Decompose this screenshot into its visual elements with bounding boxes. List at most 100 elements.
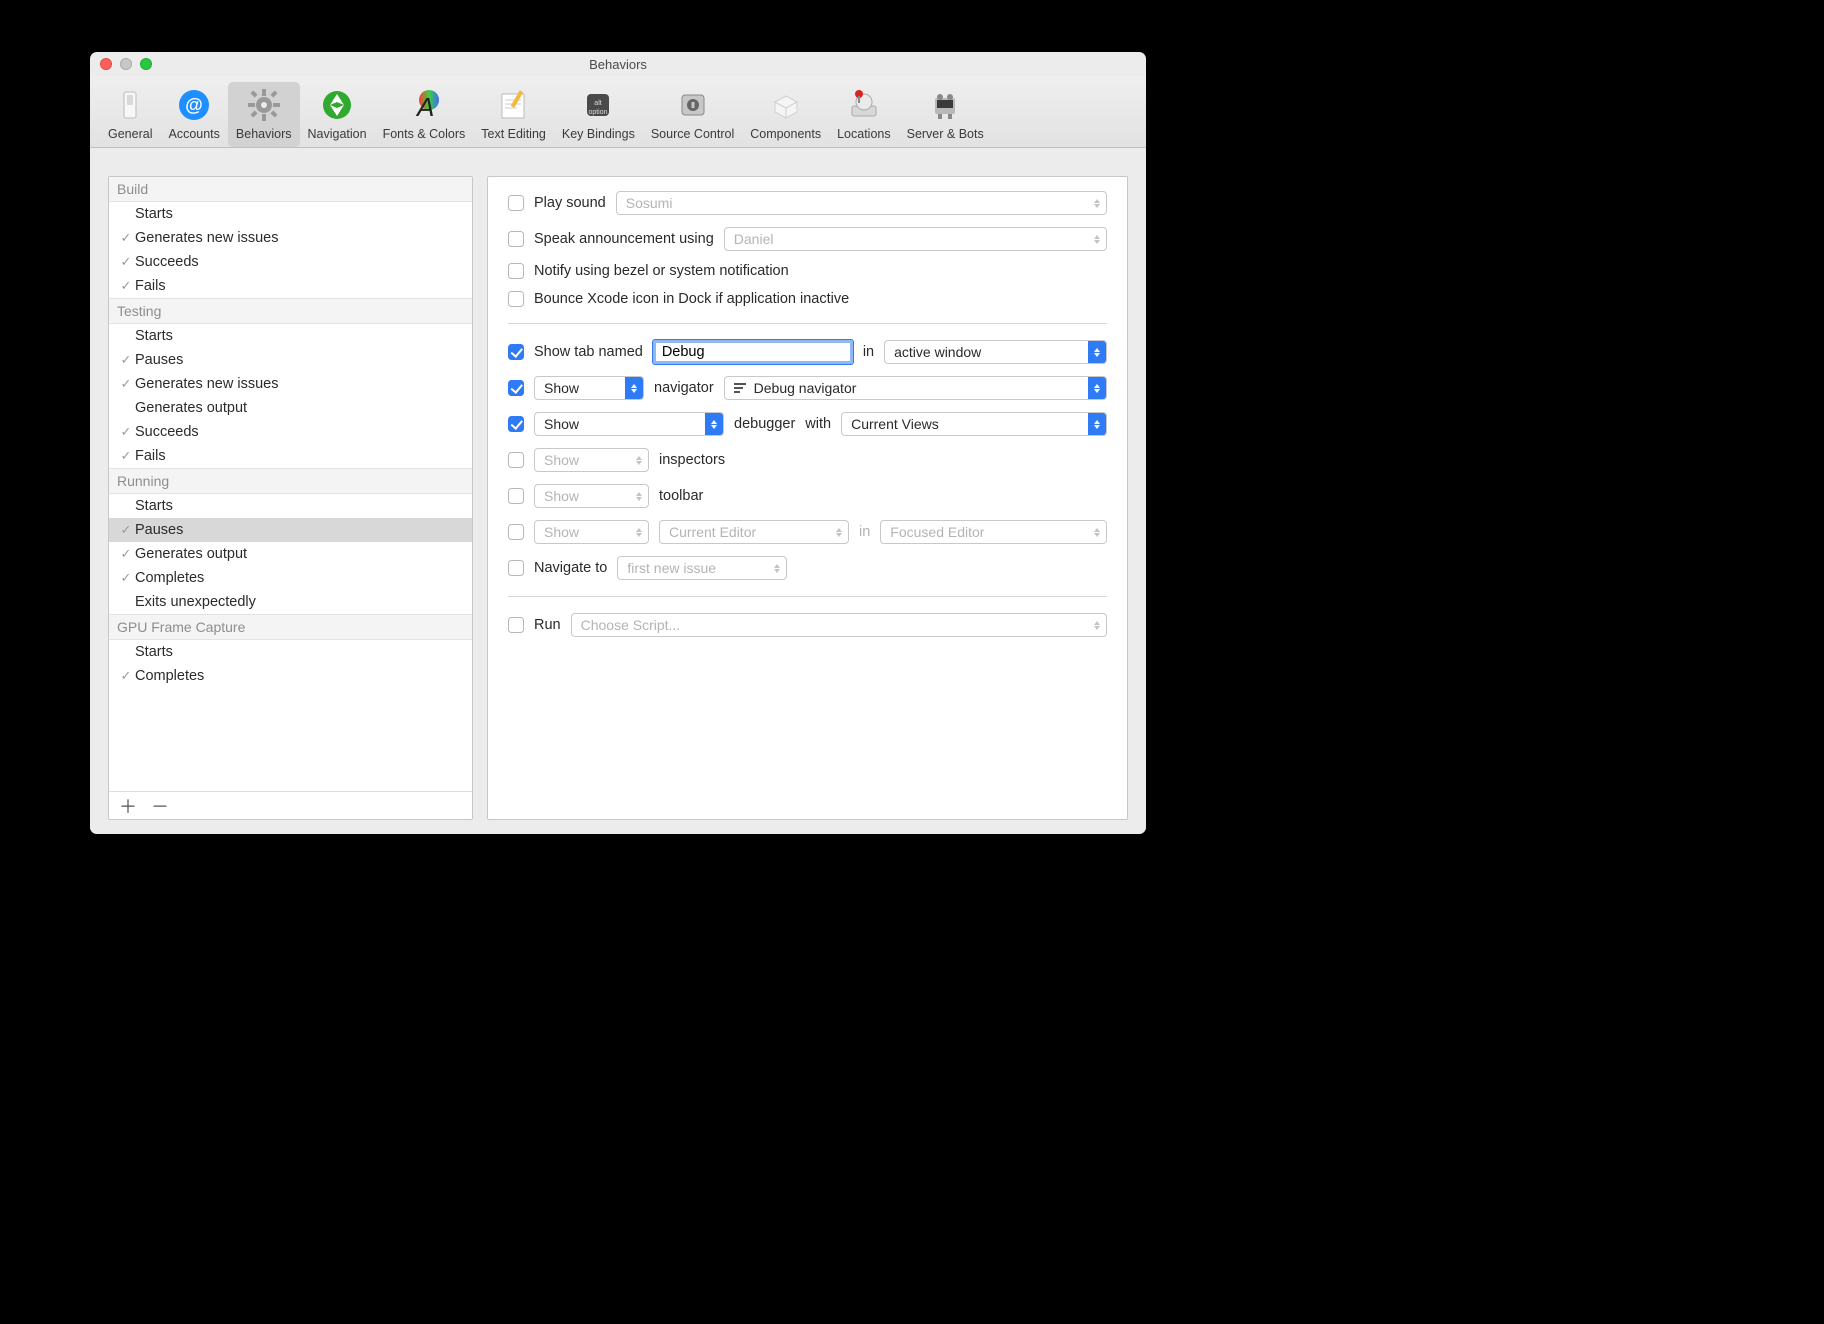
sidebar-item-fails[interactable]: ✓Fails	[109, 444, 472, 468]
play-sound-popup[interactable]: Sosumi	[616, 191, 1107, 215]
toolbar-textedit[interactable]: Text Editing	[473, 82, 554, 147]
sidebar-item-pauses[interactable]: ✓Pauses	[109, 348, 472, 372]
toolbar-label: Server & Bots	[907, 127, 984, 141]
sidebar-group-build: Build	[109, 177, 472, 202]
keybind-icon: alt option	[579, 86, 617, 124]
sidebar-item-generates-output[interactable]: Generates output	[109, 396, 472, 420]
notify-checkbox[interactable]	[508, 263, 524, 279]
show-tab-scope-popup[interactable]: active window	[884, 340, 1107, 364]
editor-action-popup[interactable]: Show	[534, 520, 649, 544]
sidebar-item-label: Succeeds	[135, 424, 199, 440]
notify-row: Notify using bezel or system notificatio…	[508, 263, 1107, 279]
remove-behavior-button[interactable]: －	[151, 793, 169, 819]
inspectors-action-popup[interactable]: Show	[534, 448, 649, 472]
sidebar-item-pauses[interactable]: ✓Pauses	[109, 518, 472, 542]
check-icon: ✓	[117, 424, 135, 440]
sidebar-item-label: Starts	[135, 328, 173, 344]
toolbar-navigation[interactable]: Navigation	[300, 82, 375, 147]
navigator-popup[interactable]: Debug navigator	[724, 376, 1107, 400]
run-script-popup[interactable]: Choose Script...	[571, 613, 1107, 637]
close-button[interactable]	[100, 58, 112, 70]
editor-checkbox[interactable]	[508, 524, 524, 540]
debugger-views-popup[interactable]: Current Views	[841, 412, 1107, 436]
toolbar-general[interactable]: General	[100, 82, 160, 147]
toolbar-components[interactable]: Components	[742, 82, 829, 147]
sidebar-item-label: Generates output	[135, 546, 247, 562]
toolbar-label: General	[108, 127, 152, 141]
toolbar-label: Accounts	[168, 127, 219, 141]
sidebar-item-completes[interactable]: ✓Completes	[109, 566, 472, 590]
sidebar-item-label: Generates output	[135, 400, 247, 416]
editor-row: Show Current Editor in Focused Editor	[508, 520, 1107, 544]
add-behavior-button[interactable]: ＋	[119, 793, 137, 819]
sidebar-item-generates-new-issues[interactable]: ✓Generates new issues	[109, 226, 472, 250]
speak-checkbox[interactable]	[508, 231, 524, 247]
editor-in-label: in	[859, 524, 870, 540]
svg-text:option: option	[589, 109, 608, 116]
toolbar-label: Locations	[837, 127, 891, 141]
sidebar-group-gpu-frame-capture: GPU Frame Capture	[109, 614, 472, 640]
navigate-checkbox[interactable]	[508, 560, 524, 576]
navigate-target-popup[interactable]: first new issue	[617, 556, 787, 580]
show-tab-name-field[interactable]	[653, 340, 853, 364]
toolbar-label: Fonts & Colors	[383, 127, 466, 141]
toolbar-locations[interactable]: Locations	[829, 82, 899, 147]
inspectors-checkbox[interactable]	[508, 452, 524, 468]
server-icon	[926, 86, 964, 124]
svg-text:alt: alt	[595, 100, 602, 107]
show-debugger-checkbox[interactable]	[508, 416, 524, 432]
sidebar-item-exits-unexpectedly[interactable]: Exits unexpectedly	[109, 590, 472, 614]
run-checkbox[interactable]	[508, 617, 524, 633]
show-tab-checkbox[interactable]	[508, 344, 524, 360]
sidebar-item-starts[interactable]: Starts	[109, 202, 472, 226]
sidebar-group-running: Running	[109, 468, 472, 494]
inspectors-action-value: Show	[544, 452, 579, 468]
sidebar-footer: ＋ －	[109, 791, 472, 819]
editor-scope-popup[interactable]: Focused Editor	[880, 520, 1107, 544]
toolbar-server[interactable]: Server & Bots	[899, 82, 992, 147]
behaviors-list[interactable]: BuildStarts✓Generates new issues✓Succeed…	[109, 177, 472, 791]
show-navigator-action-popup[interactable]: Show	[534, 376, 644, 400]
sidebar-item-generates-new-issues[interactable]: ✓Generates new issues	[109, 372, 472, 396]
inspectors-label: inspectors	[659, 452, 725, 468]
sidebar-item-succeeds[interactable]: ✓Succeeds	[109, 420, 472, 444]
minimize-button[interactable]	[120, 58, 132, 70]
traffic-lights	[100, 58, 152, 70]
run-script-value: Choose Script...	[581, 617, 681, 633]
toolbar-checkbox[interactable]	[508, 488, 524, 504]
sidebar-item-label: Starts	[135, 206, 173, 222]
debugger-with-label: with	[805, 416, 831, 432]
notify-label: Notify using bezel or system notificatio…	[534, 263, 789, 279]
sidebar-item-starts[interactable]: Starts	[109, 494, 472, 518]
bounce-checkbox[interactable]	[508, 291, 524, 307]
toolbar-behaviors[interactable]: Behaviors	[228, 82, 300, 147]
show-tab-scope-value: active window	[894, 344, 981, 360]
sidebar-item-generates-output[interactable]: ✓Generates output	[109, 542, 472, 566]
sidebar-item-fails[interactable]: ✓Fails	[109, 274, 472, 298]
check-icon: ✓	[117, 278, 135, 294]
inspectors-row: Show inspectors	[508, 448, 1107, 472]
sidebar-item-completes[interactable]: ✓Completes	[109, 664, 472, 688]
check-icon: ✓	[117, 254, 135, 270]
editor-which-popup[interactable]: Current Editor	[659, 520, 849, 544]
preferences-toolbar: General @AccountsBehaviorsNavigationAFont…	[90, 76, 1146, 148]
speak-label: Speak announcement using	[534, 231, 714, 247]
show-navigator-checkbox[interactable]	[508, 380, 524, 396]
sidebar-item-succeeds[interactable]: ✓Succeeds	[109, 250, 472, 274]
speak-voice-value: Daniel	[734, 231, 774, 247]
zoom-button[interactable]	[140, 58, 152, 70]
toolbar-fonts[interactable]: AFonts & Colors	[375, 82, 474, 147]
navigate-row: Navigate to first new issue	[508, 556, 1107, 580]
toolbar-keybind[interactable]: altoptionKey Bindings	[554, 82, 643, 147]
play-sound-checkbox[interactable]	[508, 195, 524, 211]
sidebar-item-label: Generates new issues	[135, 230, 278, 246]
speak-voice-popup[interactable]: Daniel	[724, 227, 1107, 251]
debugger-views-value: Current Views	[851, 416, 939, 432]
toolbar-action-popup[interactable]: Show	[534, 484, 649, 508]
sidebar-item-starts[interactable]: Starts	[109, 640, 472, 664]
toolbar-source[interactable]: Source Control	[643, 82, 742, 147]
toolbar-accounts[interactable]: @Accounts	[160, 82, 227, 147]
check-icon: ✓	[117, 448, 135, 464]
sidebar-item-starts[interactable]: Starts	[109, 324, 472, 348]
show-debugger-action-popup[interactable]: Show	[534, 412, 724, 436]
